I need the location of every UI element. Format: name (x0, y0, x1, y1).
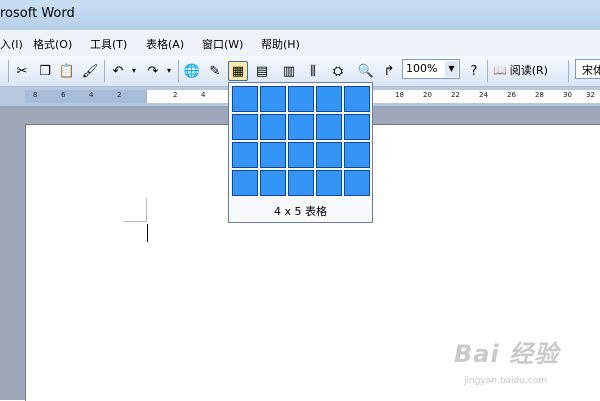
table-grid-cell[interactable] (344, 86, 370, 112)
ruler-tick: 18 (395, 91, 404, 99)
ruler-tick: 8 (33, 91, 38, 99)
cut-icon[interactable]: ✂ (12, 61, 32, 81)
ruler-tick: 24 (479, 91, 488, 99)
toolbar-separator (104, 60, 105, 82)
table-grid-cell[interactable] (232, 86, 258, 112)
table-picker-caption: 4 x 5 表格 (274, 205, 327, 218)
zoom-value: 100% (406, 62, 438, 75)
chevron-down-icon[interactable]: ▼ (445, 61, 458, 77)
ruler-tick: 4 (201, 91, 206, 99)
margin-guide (146, 198, 147, 222)
table-grid-cell[interactable] (260, 170, 286, 196)
paste-icon[interactable]: 📋 (57, 61, 77, 81)
table-grid-cell[interactable] (288, 86, 314, 112)
watermark-logo: Bai 经验 (454, 340, 560, 368)
toolbar-separator (8, 60, 9, 82)
baidu-watermark: Bai 经验 jingyan.baidu.com (454, 334, 600, 400)
menu-insert[interactable]: 入(I) (0, 36, 23, 52)
title-bar: rosoft Word (0, 0, 600, 30)
ruler-tick: 30 (563, 91, 572, 99)
text-cursor (147, 224, 148, 242)
table-grid-cell[interactable] (232, 142, 258, 168)
table-grid-cell[interactable] (288, 170, 314, 196)
watermark-url: jingyan.baidu.com (464, 376, 548, 386)
insert-excel-icon[interactable]: ▤ (252, 61, 272, 81)
menu-tools[interactable]: 工具(T) (90, 36, 127, 52)
columns-icon[interactable]: ▥ (279, 61, 299, 81)
table-grid-cell[interactable] (260, 142, 286, 168)
table-grid-cell[interactable] (344, 170, 370, 196)
read-icon: 📖 (493, 63, 507, 77)
undo-dropdown-icon[interactable]: ▾ (129, 61, 139, 81)
read-button-label: 阅读(R) (509, 64, 548, 77)
ruler-tick: 20 (423, 91, 432, 99)
format-painter-icon[interactable]: 🖌 (80, 61, 100, 81)
ruler-tick: 32 (586, 91, 595, 99)
font-value: 宋体 (582, 64, 600, 77)
format-icon[interactable]: ↱ (379, 61, 399, 81)
zoom-select[interactable]: 100% ▼ (402, 59, 460, 79)
read-button[interactable]: 📖 阅读(R) (493, 60, 548, 80)
ruler-tick: 28 (535, 91, 544, 99)
table-grid-cell[interactable] (316, 114, 342, 140)
ruler-tick: 6 (61, 91, 66, 99)
hyperlink-icon[interactable]: 🌐 (182, 61, 202, 81)
table-grid-cell[interactable] (260, 86, 286, 112)
menu-window[interactable]: 窗口(W) (202, 36, 243, 52)
menu-help[interactable]: 帮助(H) (261, 36, 300, 52)
menu-bar: 入(I) 格式(O) 工具(T) 表格(A) 窗口(W) 帮助(H) (0, 30, 600, 57)
toolbar-separator (568, 60, 569, 82)
tables-borders-icon[interactable]: ✎ (205, 61, 225, 81)
font-select[interactable]: 宋体 (575, 59, 600, 79)
table-grid-cell[interactable] (260, 114, 286, 140)
margin-guide (124, 221, 147, 222)
window-title: rosoft Word (0, 6, 75, 21)
table-grid-cell[interactable] (232, 170, 258, 196)
toolbar-separator (487, 60, 488, 82)
copy-icon[interactable]: ❐ (35, 61, 55, 81)
menu-table[interactable]: 表格(A) (146, 36, 184, 52)
ruler-tick: 2 (173, 91, 178, 99)
table-grid-cell[interactable] (232, 114, 258, 140)
show-hide-icon[interactable]: 🔍 (356, 61, 376, 81)
ruler-tick: 4 (89, 91, 94, 99)
table-grid-cell[interactable] (344, 114, 370, 140)
table-grid-cell[interactable] (288, 114, 314, 140)
drawing-icon[interactable]: ⫼ (303, 61, 323, 81)
table-grid-cell[interactable] (316, 86, 342, 112)
redo-dropdown-icon[interactable]: ▾ (164, 61, 174, 81)
table-grid-cell[interactable] (288, 142, 314, 168)
table-grid-cell[interactable] (316, 170, 342, 196)
toolbar-separator (178, 60, 179, 82)
ruler-tick: 22 (451, 91, 460, 99)
ruler-tick: 26 (507, 91, 516, 99)
table-grid-cell[interactable] (344, 142, 370, 168)
insert-table-icon[interactable]: ▦ (228, 61, 248, 81)
ruler-margin (25, 90, 147, 103)
help-icon[interactable]: ? (464, 61, 484, 81)
table-grid-cell[interactable] (316, 142, 342, 168)
document-map-icon[interactable]: ⛭ (328, 61, 348, 81)
insert-table-picker[interactable]: 4 x 5 表格 (228, 82, 373, 223)
undo-icon[interactable]: ↶ (108, 61, 128, 81)
menu-format[interactable]: 格式(O) (33, 36, 72, 52)
redo-icon[interactable]: ↷ (143, 61, 163, 81)
ruler-tick: 2 (117, 91, 122, 99)
